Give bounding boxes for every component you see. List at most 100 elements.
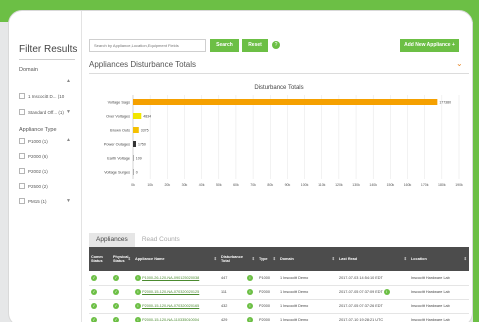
appliance-filter-item[interactable]: PM15 (1) [19, 198, 47, 204]
sort-icon: ⇕ [213, 256, 217, 261]
search-input[interactable] [89, 39, 206, 52]
add-appliance-button[interactable]: Add New Appliance + [400, 39, 459, 52]
category-label: Over Voltages [106, 114, 130, 118]
appliance-filter-label: P2000 (6) [28, 153, 48, 159]
appliance-link[interactable]: P2000-15-120-NA-110335010004 [142, 318, 199, 322]
disturbance-info-icon[interactable]: i [246, 289, 253, 295]
collapse-chevron-icon[interactable]: ⌄ [456, 59, 463, 68]
appliance-domain: 1 Inscocitt Demo [277, 285, 337, 300]
appliance-filter-label: P2500 (2) [28, 183, 48, 189]
category-label: Brown Outs [110, 128, 130, 132]
sort-icon: ⇕ [251, 256, 255, 261]
x-tick-label: 110k [318, 183, 326, 187]
scroll-down-icon[interactable]: ▼ [66, 198, 71, 204]
appliance-filter-item[interactable]: P2000 (6) [19, 153, 48, 159]
col-header-disturbance-total[interactable]: Disturbance Total [219, 247, 245, 271]
checkbox[interactable] [19, 168, 25, 174]
domain-filter-item[interactable]: 1 Inscocitt D... (10 [19, 93, 64, 99]
tab-appliances[interactable]: Appliances [89, 233, 135, 247]
domain-filter-item[interactable]: Standard Off... (1) [19, 109, 64, 115]
disturbance-info-icon[interactable]: i [246, 303, 253, 309]
disturbance-info-icon[interactable]: i [246, 274, 253, 281]
col-header-status-icon[interactable]: ⇕ [244, 247, 257, 271]
disturbance-info-icon[interactable]: i [246, 317, 253, 322]
last-read: 2017-07-03 14:54:10 EDT [336, 271, 409, 286]
reset-button[interactable]: Reset [242, 39, 268, 52]
table-row[interactable]: ✓ ✓ i P2000-15-120-NA-070320020165 432 i… [89, 299, 469, 314]
appliance-type: P2000 [256, 313, 278, 322]
comm-ok-icon: ✓ [91, 289, 97, 295]
checkbox[interactable] [19, 109, 25, 115]
x-tick-label: 20k [164, 183, 170, 187]
bar-value-label: 1750 [138, 142, 146, 146]
info-icon[interactable]: i [135, 303, 141, 309]
x-tick-label: 170k [421, 183, 429, 187]
info-icon[interactable]: i [135, 289, 141, 295]
location: Inscocitt Hardware Lab [408, 313, 469, 322]
col-header-physical-status[interactable]: Physical Status ⇕ [111, 247, 133, 271]
domain-filter-label: Standard Off... (1) [28, 109, 64, 115]
scroll-up-icon[interactable]: ▲ [66, 78, 71, 84]
green-side-frame [473, 22, 479, 322]
sort-icon: ⇕ [463, 256, 467, 261]
table-row[interactable]: ✓ ✓ i P2000-15-120-NA-070320020125 111 i… [89, 285, 469, 300]
category-label: Power Outages [104, 142, 130, 146]
bar-value-label: 109 [136, 156, 142, 160]
section-title: Appliances Disturbance Totals [89, 60, 197, 69]
col-header-appliance-name[interactable]: Appliance Name ⇕ [133, 247, 219, 271]
bar-value-label: 4834 [143, 114, 151, 118]
appliance-filter-label: P1000 (1) [28, 138, 48, 144]
bar [133, 141, 137, 147]
info-icon[interactable]: i [135, 317, 141, 322]
checkbox[interactable] [19, 198, 25, 204]
appliance-link[interactable]: P1000-26-120-NA-090125020038 [142, 276, 199, 280]
location: Inscocitt Hardware Lab [408, 271, 469, 286]
category-label: Voltage Sags [108, 100, 130, 104]
table-row[interactable]: ✓ ✓ i P2000-15-120-NA-110335010004 429 i… [89, 313, 469, 322]
disturbance-total: 429 [219, 313, 245, 322]
x-tick-label: 130k [352, 183, 360, 187]
checkbox[interactable] [19, 138, 25, 144]
tab-read-counts[interactable]: Read Counts [135, 233, 187, 247]
appliance-link[interactable]: P2000-15-120-NA-070320020125 [142, 290, 199, 294]
table-row[interactable]: ✓ ✓ i P1000-26-120-NA-090125020038 447 i… [89, 271, 469, 286]
x-tick-label: 140k [369, 183, 377, 187]
col-header-last-read[interactable]: Last Read ⇕ [336, 247, 409, 271]
col-header-comm-status[interactable]: Comm Status [89, 247, 111, 271]
scroll-up-icon[interactable]: ▲ [66, 137, 71, 143]
appliance-type-label: Appliance Type [19, 127, 57, 133]
search-button[interactable]: Search [210, 39, 239, 52]
help-icon[interactable]: ? [272, 41, 280, 49]
appliance-link[interactable]: P2000-15-120-NA-070320020165 [142, 304, 199, 308]
col-header-location[interactable]: Location ⇕ [408, 247, 469, 271]
appliance-filter-item[interactable]: P2500 (2) [19, 183, 48, 189]
category-label: Voltage Surges [104, 170, 130, 174]
filter-panel: Filter Results Domain ▲ 1 Inscocitt D...… [9, 11, 82, 322]
checkbox[interactable] [19, 93, 25, 99]
section-divider [89, 73, 469, 74]
x-tick-label: 80k [267, 183, 273, 187]
scroll-down-icon[interactable]: ▼ [66, 109, 71, 115]
appliance-filter-item[interactable]: P1000 (1) [19, 138, 48, 144]
domain-label: Domain [19, 67, 38, 73]
bar [133, 99, 438, 105]
disturbance-chart: Disturbance Totals 0k 10k 20k 30k 40k 50k 60k 70… [104, 85, 463, 187]
bar-value-label: 177380 [439, 100, 451, 104]
read-status-icon: i [383, 289, 390, 295]
physical-ok-icon: ✓ [113, 317, 119, 322]
tab-bar: Appliances Read Counts [89, 233, 187, 247]
chart-title: Disturbance Totals [254, 85, 303, 91]
col-header-type[interactable]: Type ⇕ [256, 247, 278, 271]
checkbox[interactable] [19, 183, 25, 189]
disturbance-total: 432 [219, 299, 245, 314]
bar [133, 155, 134, 161]
disturbance-total: 447 [219, 271, 245, 286]
appliance-filter-item[interactable]: P2002 (1) [19, 168, 48, 174]
table-header-row: Comm Status Physical Status ⇕ Appliance N… [89, 247, 469, 271]
col-header-domain[interactable]: Domain ⇕ [277, 247, 337, 271]
info-icon[interactable]: i [135, 274, 141, 281]
bar [133, 169, 134, 175]
location: Inscocitt Hardware Lab [408, 285, 469, 300]
main-card: Filter Results Domain ▲ 1 Inscocitt D...… [8, 10, 473, 322]
checkbox[interactable] [19, 153, 25, 159]
